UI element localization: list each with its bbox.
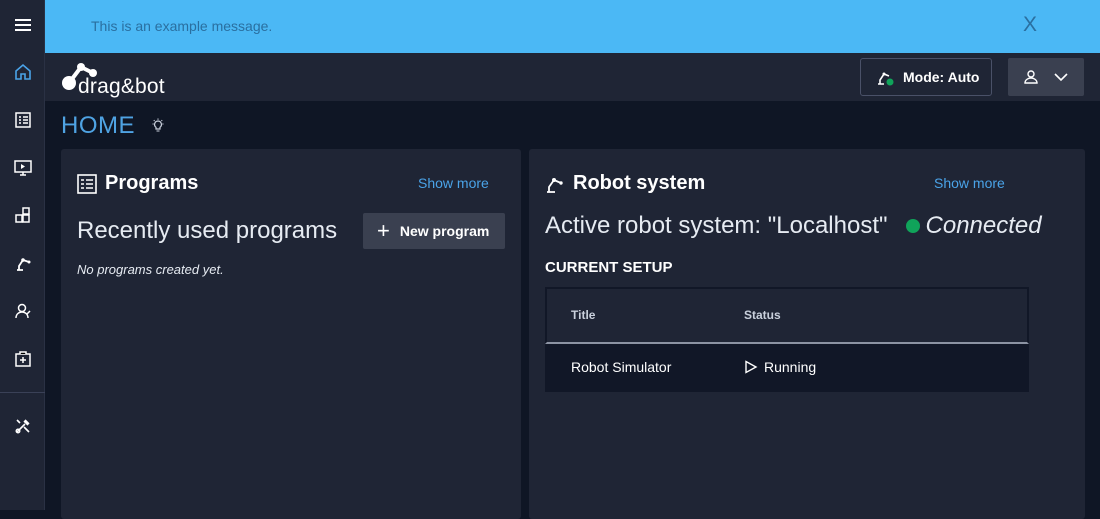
programs-card-title: Programs [105, 172, 199, 194]
robot-show-more-link[interactable]: Show more [934, 175, 1005, 191]
dragbot-logo[interactable]: drag&bot [61, 59, 191, 98]
robot-arm-icon [547, 177, 563, 193]
empty-programs-message: No programs created yet. [77, 262, 224, 277]
setup-table: Title Status Robot Simulator Running [545, 287, 1029, 392]
robot-arm-icon [16, 258, 30, 271]
sidebar-item-monitor[interactable] [0, 146, 45, 190]
banner-close-button[interactable]: X [1023, 13, 1037, 37]
column-header-status: Status [744, 308, 781, 322]
top-bar: drag&bot Mode: Auto [45, 53, 1100, 101]
add-medical-icon [14, 351, 31, 367]
menu-icon [14, 19, 31, 31]
connection-status-text: Connected [925, 212, 1042, 239]
user-menu-button[interactable] [1008, 58, 1084, 96]
new-program-button[interactable]: + New program [363, 213, 505, 249]
active-robot-line: Active robot system: "Localhost" Connect… [545, 212, 1042, 240]
programs-icon [14, 112, 31, 128]
plus-icon: + [377, 218, 390, 243]
menu-button[interactable] [0, 3, 45, 47]
lightbulb-icon[interactable] [150, 118, 166, 134]
sidebar-item-tools[interactable] [0, 404, 45, 448]
column-header-title: Title [571, 308, 596, 322]
programs-card-header: Programs [76, 172, 198, 195]
active-robot-text: Active robot system: "Localhost" [545, 212, 888, 239]
sidebar-item-home[interactable] [0, 50, 45, 94]
recent-programs-title: Recently used programs [77, 217, 338, 244]
sidebar-item-programs[interactable] [0, 98, 45, 142]
mode-button[interactable]: Mode: Auto [860, 58, 992, 96]
sidebar-item-users[interactable] [0, 289, 45, 333]
mode-label: Mode: Auto [903, 69, 980, 85]
table-row[interactable]: Robot Simulator Running [545, 344, 1029, 392]
message-banner: This is an example message. X [45, 0, 1100, 53]
sidebar-item-add[interactable] [0, 337, 45, 381]
programs-card: Programs Show more Recently used program… [61, 149, 521, 519]
sidebar-item-robot[interactable] [0, 241, 45, 285]
banner-message: This is an example message. [91, 18, 273, 34]
programs-icon [77, 173, 97, 194]
sidebar [0, 0, 45, 510]
chevron-down-icon [1054, 73, 1068, 82]
programs-show-more-link[interactable]: Show more [418, 175, 489, 191]
page-title: HOME [61, 112, 135, 139]
table-header-row: Title Status [545, 287, 1029, 344]
tools-icon [15, 419, 30, 434]
modules-icon [14, 207, 30, 223]
new-program-label: New program [399, 223, 490, 239]
sidebar-item-modules[interactable] [0, 193, 45, 237]
row-title-cell: Robot Simulator [571, 359, 672, 375]
robot-mode-icon [878, 72, 894, 86]
current-setup-title: CURRENT SETUP [545, 259, 673, 276]
robot-card-header: Robot system [544, 172, 705, 195]
home-icon [14, 63, 31, 80]
row-status-cell: Running [744, 359, 816, 375]
robot-card-title: Robot system [573, 172, 706, 194]
user-icon [1024, 70, 1038, 84]
monitor-icon [13, 160, 32, 176]
play-icon [745, 360, 758, 374]
logo-text: drag&bot [78, 75, 165, 98]
row-status-text: Running [764, 359, 817, 375]
sidebar-divider [0, 392, 45, 393]
connection-status-dot [905, 219, 920, 233]
user-settings-icon [14, 303, 31, 319]
robot-system-card: Robot system Show more Active robot syst… [529, 149, 1085, 519]
